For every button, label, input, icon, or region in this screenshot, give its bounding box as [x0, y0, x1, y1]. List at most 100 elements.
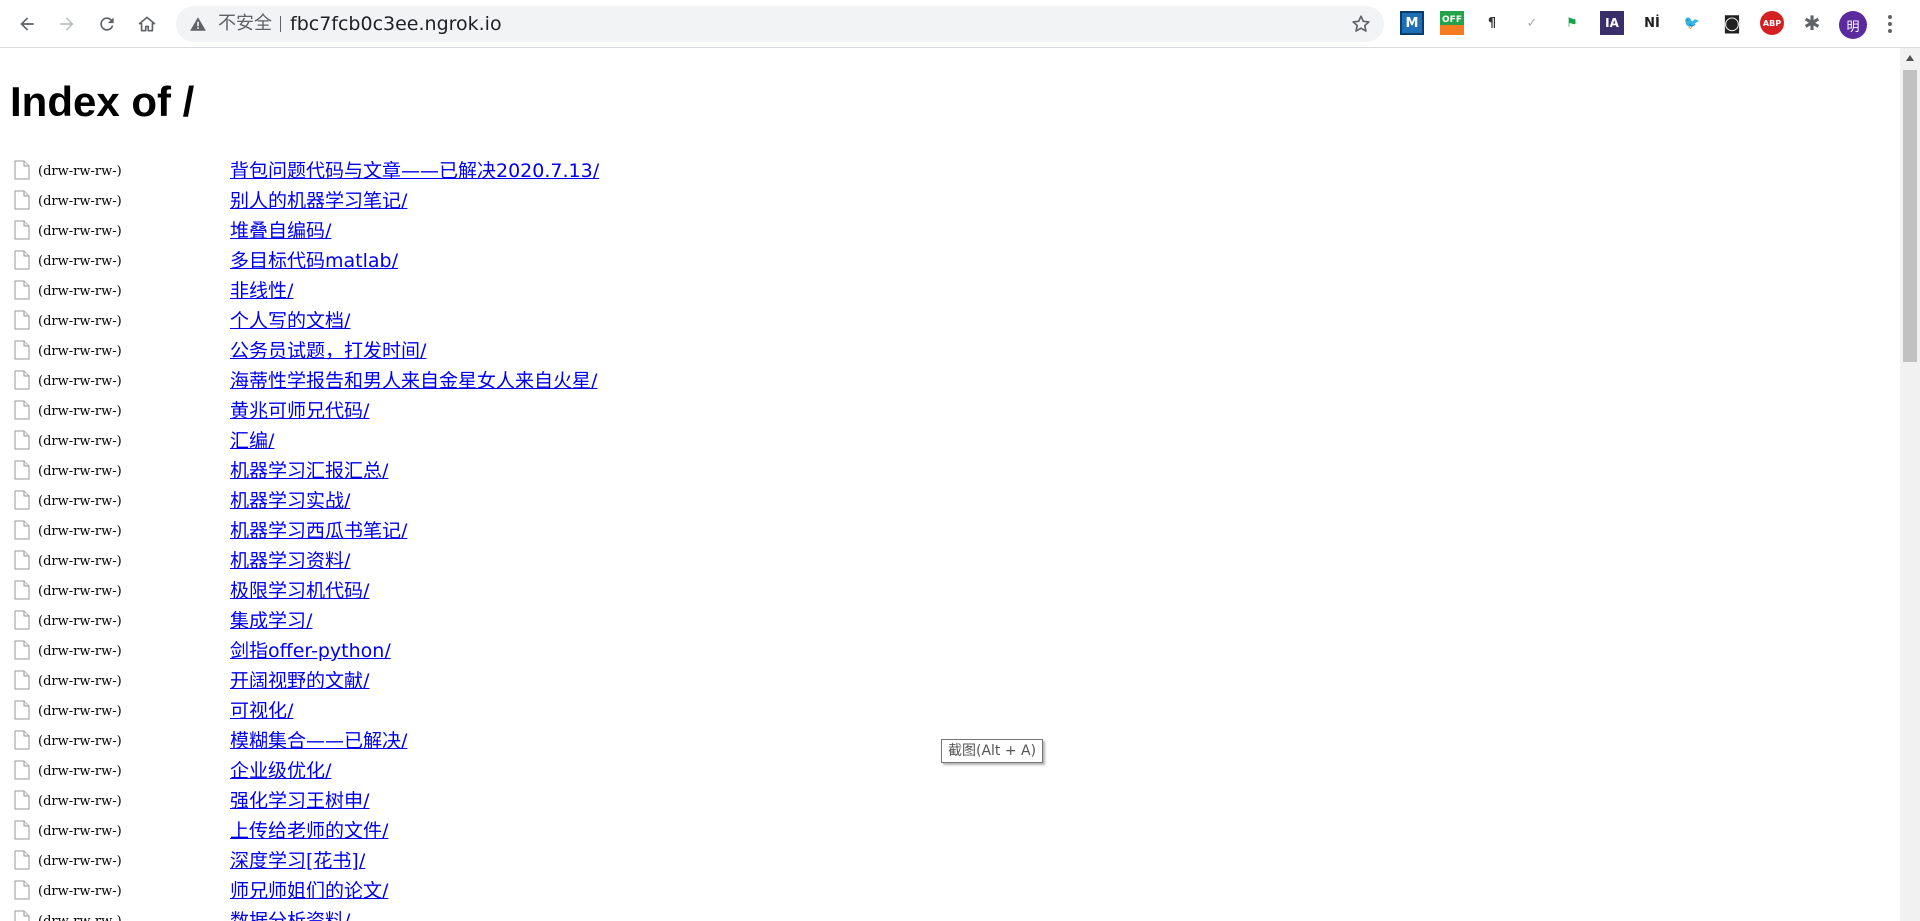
table-row: (drw-rw-rw-) 背包问题代码与文章——已解决2020.7.13/ — [0, 158, 1000, 188]
table-row: (drw-rw-rw-) 可视化/ — [0, 698, 1000, 728]
file-icon — [14, 430, 30, 450]
file-icon — [14, 370, 30, 390]
permission-text: (drw-rw-rw-) — [38, 734, 122, 749]
folder-link[interactable]: 可视化/ — [230, 698, 293, 724]
scroll-up-button[interactable] — [1900, 48, 1920, 68]
permission-text: (drw-rw-rw-) — [38, 824, 122, 839]
folder-link[interactable]: 集成学习/ — [230, 608, 312, 634]
scroll-thumb[interactable] — [1903, 70, 1917, 362]
extension-bird-icon[interactable]: 🐦 — [1680, 11, 1704, 35]
table-row: (drw-rw-rw-) 别人的机器学习笔记/ — [0, 188, 1000, 218]
permission-text: (drw-rw-rw-) — [38, 913, 122, 921]
permission-text: (drw-rw-rw-) — [38, 374, 122, 389]
permission-text: (drw-rw-rw-) — [38, 644, 122, 659]
extension-check-icon[interactable]: ✓ — [1520, 11, 1544, 35]
folder-link[interactable]: 师兄师姐们的论文/ — [230, 878, 388, 904]
file-icon — [14, 460, 30, 480]
permission-text: (drw-rw-rw-) — [38, 314, 122, 329]
table-row: (drw-rw-rw-) 海蒂性学报告和男人来自金星女人来自火星/ — [0, 368, 1000, 398]
folder-link[interactable]: 汇编/ — [230, 428, 274, 454]
more-menu-icon[interactable] — [1880, 12, 1900, 36]
folder-link[interactable]: 企业级优化/ — [230, 758, 331, 784]
file-icon — [14, 310, 30, 330]
folder-link[interactable]: 机器学习汇报汇总/ — [230, 458, 388, 484]
file-icon — [14, 550, 30, 570]
home-button[interactable] — [131, 8, 163, 40]
page-viewport: Index of / (drw-rw-rw-) 背包问题代码与文章——已解决202… — [0, 48, 1900, 921]
file-icon — [14, 520, 30, 540]
arrow-left-icon — [20, 17, 34, 31]
permission-text: (drw-rw-rw-) — [38, 164, 122, 179]
table-row: (drw-rw-rw-) 极限学习机代码/ — [0, 578, 1000, 608]
reload-button[interactable] — [91, 8, 123, 40]
folder-link[interactable]: 背包问题代码与文章——已解决2020.7.13/ — [230, 158, 599, 184]
folder-link[interactable]: 强化学习王树申/ — [230, 788, 369, 814]
folder-link[interactable]: 极限学习机代码/ — [230, 578, 369, 604]
extension-glasses-icon[interactable]: ◙ — [1720, 11, 1744, 35]
permission-text: (drw-rw-rw-) — [38, 884, 122, 899]
file-icon — [14, 910, 30, 921]
table-row: (drw-rw-rw-) 黄兆可师兄代码/ — [0, 398, 1000, 428]
folder-link[interactable]: 别人的机器学习笔记/ — [230, 188, 407, 214]
security-status[interactable]: 不安全 — [218, 6, 272, 42]
page-title: Index of / — [10, 78, 195, 125]
folder-link[interactable]: 开阔视野的文献/ — [230, 668, 369, 694]
extension-off-icon[interactable]: OFF — [1440, 11, 1464, 35]
table-row: (drw-rw-rw-) 开阔视野的文献/ — [0, 668, 1000, 698]
folder-link[interactable]: 个人写的文档/ — [230, 308, 350, 334]
extension-abp-icon[interactable]: ABP — [1760, 11, 1784, 35]
extension-pilcrow-icon[interactable]: ¶ — [1480, 11, 1504, 35]
vertical-scrollbar[interactable] — [1900, 48, 1920, 921]
table-row: (drw-rw-rw-) 非线性/ — [0, 278, 1000, 308]
file-icon — [14, 220, 30, 240]
bookmark-star-icon[interactable] — [1350, 13, 1372, 35]
extension-M-icon[interactable]: M — [1400, 11, 1424, 35]
address-bar[interactable]: 不安全 fbc7fcb0c3ee.ngrok.io — [176, 6, 1384, 42]
extension-puzzle-icon[interactable]: ✱ — [1800, 11, 1824, 35]
table-row: (drw-rw-rw-) 公务员试题，打发时间/ — [0, 338, 1000, 368]
profile-avatar[interactable]: 明 — [1839, 11, 1867, 39]
table-row: (drw-rw-rw-) 深度学习[花书]/ — [0, 848, 1000, 878]
table-row: (drw-rw-rw-) 企业级优化/ — [0, 758, 1000, 788]
folder-link[interactable]: 堆叠自编码/ — [230, 218, 331, 244]
triangle-up-icon — [1906, 55, 1914, 61]
file-icon — [14, 340, 30, 360]
permission-text: (drw-rw-rw-) — [38, 224, 122, 239]
folder-link[interactable]: 机器学习资料/ — [230, 548, 350, 574]
table-row: (drw-rw-rw-) 机器学习实战/ — [0, 488, 1000, 518]
folder-link[interactable]: 非线性/ — [230, 278, 293, 304]
folder-link[interactable]: 公务员试题，打发时间/ — [230, 338, 426, 364]
folder-link[interactable]: 黄兆可师兄代码/ — [230, 398, 369, 424]
permission-text: (drw-rw-rw-) — [38, 614, 122, 629]
folder-link[interactable]: 上传给老师的文件/ — [230, 818, 388, 844]
tooltip: 截图(Alt + A) — [941, 739, 1044, 763]
file-icon — [14, 400, 30, 420]
extension-ni-icon[interactable]: Nİ — [1640, 11, 1664, 35]
folder-link[interactable]: 机器学习西瓜书笔记/ — [230, 518, 407, 544]
extension-flag-icon[interactable]: ⚑ — [1560, 11, 1584, 35]
file-icon — [14, 160, 30, 180]
folder-link[interactable]: 海蒂性学报告和男人来自金星女人来自火星/ — [230, 368, 597, 394]
file-icon — [14, 190, 30, 210]
file-icon — [14, 730, 30, 750]
permission-text: (drw-rw-rw-) — [38, 524, 122, 539]
table-row: (drw-rw-rw-) 多目标代码matlab/ — [0, 248, 1000, 278]
url-text[interactable]: fbc7fcb0c3ee.ngrok.io — [290, 6, 502, 42]
file-icon — [14, 250, 30, 270]
extension-ia-icon[interactable]: IA — [1600, 11, 1624, 35]
folder-link[interactable]: 多目标代码matlab/ — [230, 248, 398, 274]
folder-link[interactable]: 模糊集合——已解决/ — [230, 728, 407, 754]
folder-link[interactable]: 深度学习[花书]/ — [230, 848, 365, 874]
folder-link[interactable]: 剑指offer-python/ — [230, 638, 391, 664]
permission-text: (drw-rw-rw-) — [38, 434, 122, 449]
folder-link[interactable]: 数据分析资料/ — [230, 908, 350, 921]
back-button[interactable] — [11, 8, 43, 40]
table-row: (drw-rw-rw-) 强化学习王树申/ — [0, 788, 1000, 818]
file-icon — [14, 820, 30, 840]
table-row: (drw-rw-rw-) 师兄师姐们的论文/ — [0, 878, 1000, 908]
permission-text: (drw-rw-rw-) — [38, 254, 122, 269]
file-icon — [14, 490, 30, 510]
file-icon — [14, 610, 30, 630]
folder-link[interactable]: 机器学习实战/ — [230, 488, 350, 514]
forward-button[interactable] — [51, 8, 83, 40]
